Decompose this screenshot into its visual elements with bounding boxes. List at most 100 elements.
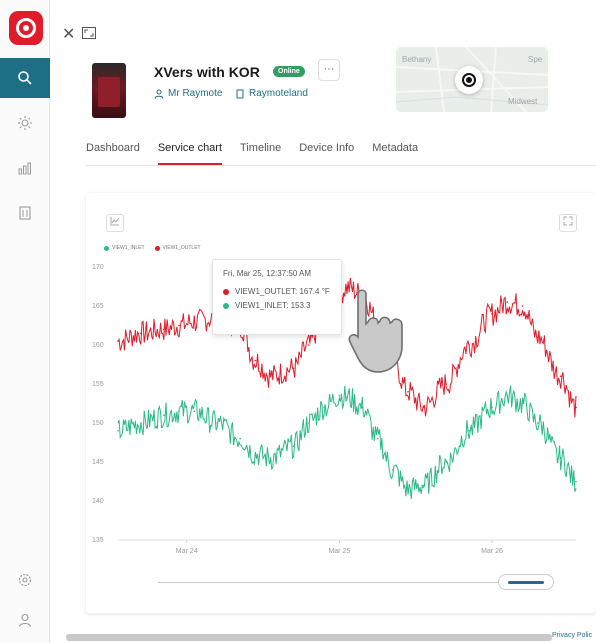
bar-chart-icon bbox=[18, 162, 31, 175]
map-pin-icon bbox=[455, 66, 483, 94]
data-point bbox=[178, 410, 180, 413]
tooltip-outlet-dot bbox=[223, 288, 229, 295]
profile-nav-item[interactable] bbox=[0, 600, 50, 640]
y-tick-label: 150 bbox=[92, 420, 104, 427]
tooltip-inlet-dot bbox=[223, 302, 229, 309]
data-point bbox=[254, 453, 257, 455]
y-tick-label: 165 bbox=[92, 303, 104, 310]
tab-timeline[interactable]: Timeline bbox=[240, 142, 281, 165]
y-tick-label: 170 bbox=[92, 264, 104, 271]
data-point bbox=[506, 301, 509, 303]
legend-label-inlet: VIEW1_INLET bbox=[112, 245, 145, 251]
data-point bbox=[506, 394, 509, 397]
chart-tooltip: Fri, Mar 25, 12:37:50 AM VIEW1_OUTLET: 1… bbox=[212, 259, 342, 335]
data-point bbox=[407, 391, 409, 393]
more-options-button[interactable]: ··· bbox=[318, 59, 340, 81]
y-tick-label: 145 bbox=[92, 459, 104, 466]
tab-dashboard[interactable]: Dashboard bbox=[86, 142, 140, 165]
chart-range-track bbox=[158, 582, 554, 583]
data-point bbox=[537, 422, 539, 424]
y-tick-label: 140 bbox=[92, 498, 104, 505]
location-map[interactable]: Bethany Midwest Spe bbox=[396, 47, 548, 112]
chart-legend: VIEW1_INLET VIEW1_OUTLET bbox=[104, 245, 201, 251]
data-point bbox=[346, 396, 348, 399]
y-tick-label: 155 bbox=[92, 381, 104, 388]
fullscreen-icon[interactable] bbox=[559, 214, 577, 232]
data-point bbox=[521, 305, 524, 307]
chart-type-icon[interactable] bbox=[106, 214, 124, 232]
location-link[interactable]: Raymoteland bbox=[235, 88, 308, 99]
gear-icon bbox=[18, 573, 32, 587]
series-line bbox=[117, 385, 577, 499]
page-horizontal-scrollbar[interactable] bbox=[66, 634, 552, 641]
y-tick-label: 160 bbox=[92, 342, 104, 349]
devices-nav-item[interactable] bbox=[0, 103, 50, 143]
data-point bbox=[559, 457, 562, 459]
tooltip-outlet-value: VIEW1_OUTLET: 167.4 °F bbox=[235, 287, 330, 296]
data-point bbox=[422, 406, 425, 409]
x-tick-label: Mar 25 bbox=[328, 548, 350, 555]
data-point bbox=[575, 406, 577, 409]
app-logo[interactable] bbox=[9, 11, 43, 45]
data-point bbox=[338, 394, 341, 397]
data-point bbox=[445, 383, 448, 385]
data-point bbox=[117, 430, 119, 432]
analytics-nav-item[interactable] bbox=[0, 148, 50, 188]
building-small-icon bbox=[236, 89, 244, 98]
data-point bbox=[239, 437, 241, 440]
legend-swatch-inlet bbox=[104, 245, 109, 251]
tab-bar: Dashboard Service chart Timeline Device … bbox=[86, 142, 436, 165]
tooltip-timestamp: Fri, Mar 25, 12:37:50 AM bbox=[223, 269, 312, 278]
data-point bbox=[269, 457, 272, 459]
data-point bbox=[308, 422, 310, 424]
side-navigation-rail bbox=[0, 0, 50, 643]
data-point bbox=[163, 414, 165, 416]
sun-icon bbox=[18, 116, 32, 130]
legend-item-inlet[interactable]: VIEW1_INLET bbox=[104, 245, 145, 251]
data-point bbox=[178, 324, 180, 327]
legend-item-outlet[interactable]: VIEW1_OUTLET bbox=[154, 245, 201, 251]
person-icon bbox=[154, 89, 164, 99]
data-point bbox=[163, 328, 165, 331]
data-point bbox=[308, 344, 310, 346]
expand-window-icon[interactable] bbox=[82, 26, 96, 44]
tab-service-chart[interactable]: Service chart bbox=[157, 142, 223, 165]
search-nav-item[interactable] bbox=[0, 58, 50, 98]
data-point bbox=[445, 461, 448, 463]
tab-metadata[interactable]: Metadata bbox=[372, 142, 418, 165]
data-point bbox=[468, 344, 470, 346]
data-point bbox=[323, 406, 325, 409]
owner-label: Mr Raymote bbox=[168, 88, 223, 99]
pointer-hand-icon bbox=[348, 289, 403, 373]
close-icon[interactable]: ✕ bbox=[62, 24, 75, 44]
data-point bbox=[140, 332, 142, 335]
legend-label-outlet: VIEW1_OUTLET bbox=[162, 245, 201, 251]
owner-link[interactable]: Mr Raymote bbox=[154, 88, 222, 99]
data-point bbox=[521, 402, 524, 405]
data-point bbox=[468, 430, 470, 432]
x-tick-label: Mar 26 bbox=[481, 548, 503, 555]
privacy-policy-link[interactable]: Privacy Polic bbox=[552, 632, 592, 639]
data-point bbox=[407, 488, 409, 491]
data-point bbox=[392, 469, 394, 471]
data-point bbox=[117, 340, 119, 342]
data-point bbox=[292, 367, 295, 370]
data-point bbox=[140, 422, 142, 424]
data-point bbox=[491, 406, 493, 409]
tab-device-info[interactable]: Device Info bbox=[299, 142, 354, 165]
data-point bbox=[537, 336, 539, 338]
series-view1-inlet[interactable] bbox=[117, 385, 577, 499]
data-point bbox=[376, 437, 379, 440]
settings-nav-item[interactable] bbox=[0, 560, 50, 600]
data-point bbox=[193, 410, 196, 413]
buildings-nav-item[interactable] bbox=[0, 193, 50, 233]
status-badge: Online bbox=[273, 66, 305, 77]
data-point bbox=[269, 375, 272, 377]
chart-range-handle[interactable] bbox=[498, 574, 554, 590]
user-icon bbox=[18, 613, 32, 627]
data-point bbox=[292, 445, 295, 448]
x-tick-label: Mar 24 bbox=[176, 548, 198, 555]
data-point bbox=[361, 406, 364, 409]
data-point bbox=[193, 320, 196, 323]
map-label-midwest: Midwest bbox=[508, 97, 538, 106]
